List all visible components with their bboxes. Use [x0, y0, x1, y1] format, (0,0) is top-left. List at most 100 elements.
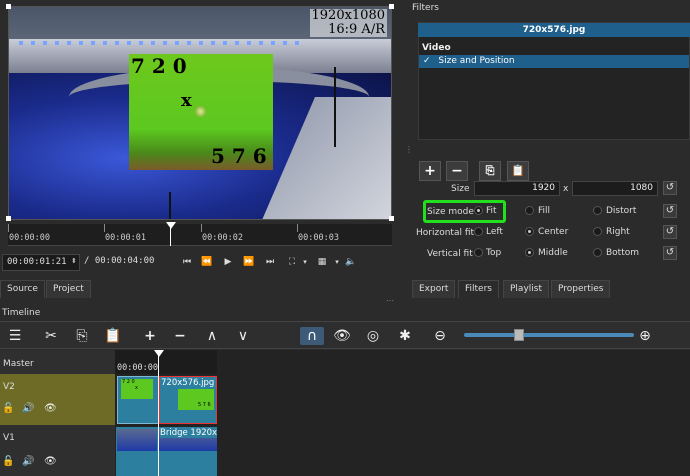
tab-export[interactable]: Export: [412, 280, 456, 298]
lock-icon[interactable]: 🔓: [2, 403, 14, 414]
overlay-number-top: 7 2 0: [131, 54, 187, 78]
preview-ruler[interactable]: 00:00:00 00:00:01 00:00:02 00:00:03: [8, 224, 392, 246]
fast-forward-icon[interactable]: ⏩: [242, 255, 256, 269]
clip-name: 720x576.jpg: [161, 378, 215, 388]
reset-vfit-icon[interactable]: ↺: [663, 246, 677, 260]
resize-handle[interactable]: [6, 216, 11, 221]
hfit-right-radio[interactable]: [593, 227, 602, 236]
chevron-down-icon[interactable]: ▾: [298, 255, 312, 269]
track-header-v2[interactable]: V2 🔓 🔊 👁: [0, 374, 115, 425]
mute-icon[interactable]: 🔊: [22, 456, 34, 467]
resize-handle[interactable]: [389, 216, 394, 221]
ruler-tick-label: 00:00:00: [9, 233, 50, 243]
scrub-eye-icon[interactable]: 👁: [333, 327, 351, 345]
timeline-ruler[interactable]: 00:00:00: [115, 350, 217, 374]
filter-category-video: Video: [422, 43, 451, 53]
hfit-left-radio[interactable]: [474, 227, 483, 236]
copy-filter-button[interactable]: ⎘: [479, 161, 501, 181]
vfit-bottom-radio[interactable]: [593, 248, 602, 257]
overwrite-icon[interactable]: ∨: [234, 327, 252, 345]
filter-item-size-and-position[interactable]: ✓ Size and Position: [419, 55, 689, 68]
filters-panel-title: Filters: [412, 3, 439, 13]
clip-v2-head[interactable]: 7 2 0 x: [117, 376, 159, 424]
mute-icon[interactable]: 🔊: [22, 403, 34, 414]
ruler-tick-label: 00:00:03: [298, 233, 339, 243]
filters-list[interactable]: [418, 22, 690, 140]
clip-thumbnail: 7 2 0 x: [121, 379, 153, 399]
visibility-eye-icon[interactable]: 👁: [44, 456, 57, 467]
rewind-icon[interactable]: ⏪: [200, 255, 214, 269]
duration-label: / 00:00:04:00: [84, 256, 155, 266]
zoom-in-icon[interactable]: ⊕: [636, 327, 654, 345]
tab-source[interactable]: Source: [0, 280, 45, 298]
timecode-field[interactable]: 00:00:01:21: [2, 254, 80, 271]
append-icon[interactable]: +: [141, 327, 159, 345]
vertical-fit-label: Vertical fit: [427, 249, 473, 259]
timecode-spin-icon[interactable]: ⬍: [71, 257, 77, 265]
zoom-out-icon[interactable]: ⊖: [431, 327, 449, 345]
reset-size-mode-icon[interactable]: ↺: [663, 204, 677, 218]
tab-properties[interactable]: Properties: [551, 280, 611, 298]
zoom-slider-handle[interactable]: [514, 329, 524, 341]
visibility-eye-icon[interactable]: 👁: [44, 403, 57, 414]
filter-clip-name: 720x576.jpg: [418, 23, 690, 37]
preview-bridge-lights: [19, 41, 299, 45]
grid-icon[interactable]: ▦: [315, 255, 329, 269]
reset-size-icon[interactable]: ↺: [663, 181, 677, 195]
timeline-playhead[interactable]: [158, 352, 159, 476]
paste-filter-button[interactable]: 📋: [507, 161, 529, 181]
ripple-icon[interactable]: ◎: [364, 327, 382, 345]
tab-filters[interactable]: Filters: [458, 280, 499, 298]
remove-icon[interactable]: −: [171, 327, 189, 345]
zoom-slider-track[interactable]: [464, 333, 634, 337]
skip-to-start-icon[interactable]: ⏮: [180, 255, 194, 269]
filter-item-label: Size and Position: [438, 56, 515, 66]
vfit-top-radio[interactable]: [474, 248, 483, 257]
reset-hfit-icon[interactable]: ↺: [663, 225, 677, 239]
size-mode-fit-label: Fit: [486, 206, 497, 216]
playhead-marker[interactable]: [166, 222, 176, 229]
tab-project[interactable]: Project: [46, 280, 91, 298]
cut-icon[interactable]: ✂: [42, 327, 60, 345]
hfit-center-radio[interactable]: [525, 227, 534, 236]
track-header-v1[interactable]: V1 🔓 🔊 👁: [0, 426, 115, 476]
splitter-handle[interactable]: ⋮: [405, 145, 413, 154]
zoom-fit-icon[interactable]: ⛶: [285, 255, 299, 269]
size-mode-fill-radio[interactable]: [525, 206, 534, 215]
chevron-down-icon[interactable]: ▾: [330, 255, 344, 269]
track-v1-label: V1: [3, 433, 15, 443]
clip-v1-head[interactable]: [116, 427, 159, 476]
resize-handle[interactable]: [389, 4, 394, 9]
paste-icon[interactable]: 📋: [104, 327, 122, 345]
size-mode-fit-radio[interactable]: [474, 206, 483, 215]
timeline-title: Timeline: [2, 308, 41, 318]
tab-playlist[interactable]: Playlist: [503, 280, 549, 298]
size-mode-distort-radio[interactable]: [593, 206, 602, 215]
play-icon[interactable]: ▶: [221, 255, 235, 269]
size-height-field[interactable]: 1080: [572, 181, 658, 196]
remove-filter-button[interactable]: −: [446, 161, 468, 181]
snap-magnet-icon[interactable]: ∩: [300, 327, 324, 345]
checkbox-icon[interactable]: ✓: [423, 56, 431, 66]
size-label: Size: [451, 184, 470, 194]
resize-handle[interactable]: [6, 4, 11, 9]
ripple-all-icon[interactable]: ✱: [396, 327, 414, 345]
menu-icon[interactable]: ☰: [6, 327, 24, 345]
copy-icon[interactable]: ⎘: [73, 327, 91, 345]
ruler-tick-label: 00:00:01: [105, 233, 146, 243]
lock-icon[interactable]: 🔓: [2, 456, 14, 467]
size-width-field[interactable]: 1920: [474, 181, 560, 196]
vfit-middle-radio[interactable]: [525, 248, 534, 257]
lift-icon[interactable]: ∧: [203, 327, 221, 345]
clip-v1-bridge[interactable]: Bridge 1920x1: [159, 427, 217, 476]
splitter-handle[interactable]: ⋯: [386, 296, 394, 305]
thumb-number-top: 7 2 0: [122, 379, 135, 385]
volume-icon[interactable]: 🔈: [344, 255, 358, 269]
overlay-image[interactable]: 7 2 0 x 5 7 6: [129, 54, 273, 170]
thumb-x: x: [135, 385, 138, 391]
overlay-ball: [195, 106, 206, 117]
clip-v2-720x576[interactable]: 720x576.jpg 5 7 6: [159, 376, 217, 424]
skip-to-end-icon[interactable]: ⏭: [263, 255, 277, 269]
timeline-playhead-marker[interactable]: [154, 350, 164, 357]
add-filter-button[interactable]: +: [419, 161, 441, 181]
